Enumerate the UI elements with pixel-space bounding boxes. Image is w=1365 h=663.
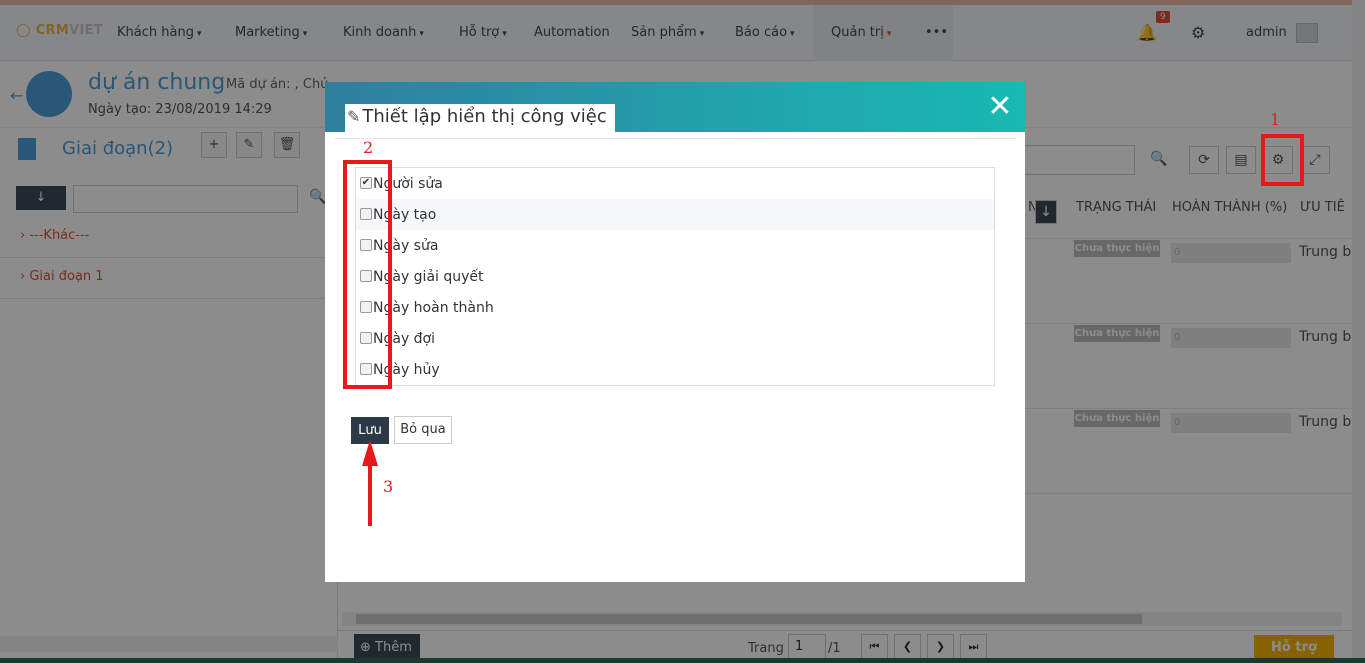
- display-settings-modal: ✎ Thiết lập hiển thị công việc ✕ ✔ Người …: [325, 82, 1025, 582]
- annotation-box-settings: [1261, 134, 1304, 186]
- bottom-strip: [0, 658, 1365, 663]
- annotation-arrow-up: [362, 440, 378, 526]
- display-options-list: ✔ Người sửa Ngày tạo Ngày sửa Ngày giải …: [355, 167, 995, 386]
- annotation-number-1: 1: [1270, 110, 1281, 129]
- annotation-number-2: 2: [363, 138, 374, 157]
- modal-divider: [335, 138, 1015, 139]
- annotation-box-checkboxes: [343, 160, 392, 389]
- option-row[interactable]: Ngày tạo: [356, 199, 994, 230]
- cancel-button[interactable]: Bỏ qua: [394, 416, 452, 444]
- option-row[interactable]: Ngày giải quyết: [356, 261, 994, 292]
- option-row[interactable]: Ngày hoàn thành: [356, 292, 994, 323]
- modal-title-wrap: ✎ Thiết lập hiển thị công việc: [345, 104, 615, 132]
- annotation-number-3: 3: [383, 477, 394, 496]
- close-icon[interactable]: ✕: [985, 90, 1015, 124]
- option-row[interactable]: Ngày đợi: [356, 323, 994, 354]
- option-row[interactable]: Ngày sửa: [356, 230, 994, 261]
- modal-header: ✎ Thiết lập hiển thị công việc ✕: [325, 82, 1025, 132]
- option-row[interactable]: Ngày hủy: [356, 354, 994, 385]
- modal-title: Thiết lập hiển thị công việc: [362, 106, 607, 127]
- option-row[interactable]: ✔ Người sửa: [356, 168, 994, 199]
- edit-icon: ✎: [347, 107, 361, 126]
